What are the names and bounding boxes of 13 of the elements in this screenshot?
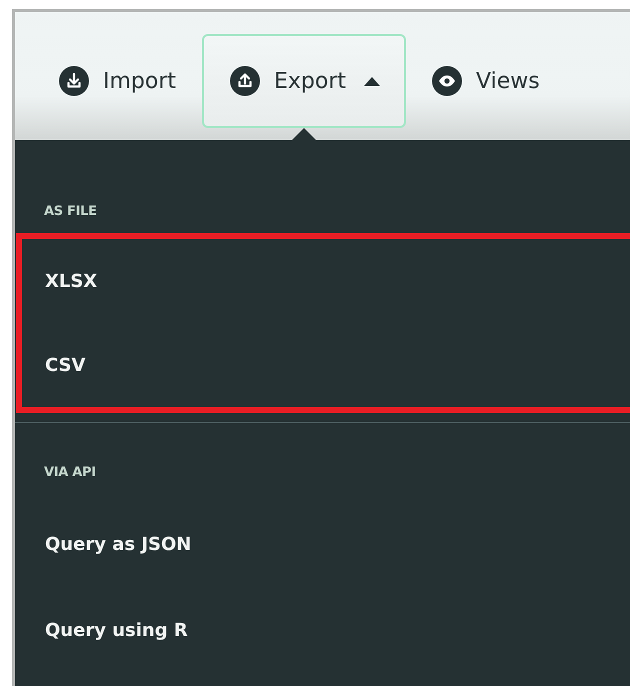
upload-icon [230, 66, 260, 96]
eye-icon [432, 66, 462, 96]
section-header: AS FILE [43, 203, 98, 221]
section-header: VIA API [43, 464, 97, 482]
menu-item[interactable]: Query using R [22, 587, 630, 673]
toolbar-button[interactable]: Views [406, 34, 566, 128]
menu-item[interactable]: CSV [22, 323, 630, 407]
toolbar-button[interactable]: Import [33, 34, 202, 128]
menu-item[interactable]: Query as JSON [22, 501, 630, 587]
export-dropdown-button[interactable]: Export [202, 34, 406, 128]
caret-icon [364, 76, 380, 86]
download-icon [59, 66, 89, 96]
menu-item[interactable]: XLSX [22, 239, 630, 323]
